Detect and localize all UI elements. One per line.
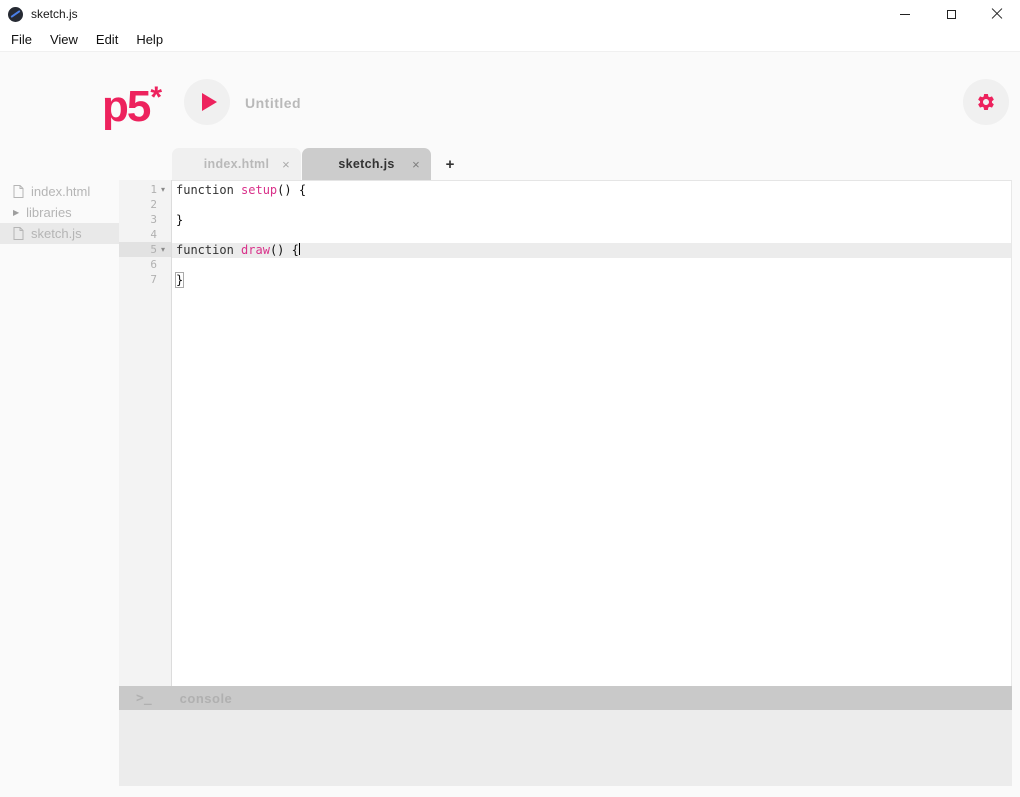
sidebar-item-libraries[interactable]: ▶ libraries <box>0 202 119 223</box>
gutter: 1▾2345▾67 <box>119 180 172 686</box>
file-label: sketch.js <box>31 226 82 241</box>
file-icon <box>13 185 24 198</box>
file-label: index.html <box>31 184 90 199</box>
tab-sketch-js[interactable]: sketch.js × <box>302 148 431 180</box>
code-area[interactable]: function setup() {}function draw() {} <box>172 180 1012 686</box>
code-token: } <box>176 213 183 227</box>
line-number: 5 <box>150 243 157 256</box>
code-line-6[interactable] <box>172 258 1011 273</box>
title-bar: sketch.js <box>0 0 1020 28</box>
menu-bar: FileViewEditHelp <box>0 28 1020 52</box>
line-number: 7 <box>150 273 157 286</box>
window-title: sketch.js <box>31 7 78 21</box>
menu-item-file[interactable]: File <box>2 32 41 47</box>
sidebar-item-index-html[interactable]: index.html <box>0 181 119 202</box>
close-button[interactable] <box>974 0 1020 28</box>
code-line-7[interactable]: } <box>172 273 1011 288</box>
sidebar-item-sketch-js[interactable]: sketch.js <box>0 223 119 244</box>
code-token: setup <box>241 183 277 197</box>
play-button[interactable] <box>184 79 230 125</box>
minimize-icon <box>900 14 910 15</box>
line-number: 3 <box>150 213 157 226</box>
menu-item-edit[interactable]: Edit <box>87 32 127 47</box>
fold-arrow-icon[interactable]: ▾ <box>157 242 169 257</box>
tab-bar: index.html × sketch.js × + <box>172 148 468 180</box>
p5-logo-text: p5 <box>102 82 149 131</box>
gutter-line-7: 7 <box>119 272 171 287</box>
gutter-line-3: 3 <box>119 212 171 227</box>
gear-icon <box>976 92 996 112</box>
gutter-line-5: 5▾ <box>119 242 171 257</box>
file-icon <box>13 227 24 240</box>
gutter-line-1: 1▾ <box>119 182 171 197</box>
new-tab-button[interactable]: + <box>432 148 468 180</box>
console-bar[interactable]: >_ console <box>119 686 1012 710</box>
code-token: () { <box>270 243 299 257</box>
play-icon <box>202 93 217 111</box>
tab-close-icon[interactable]: × <box>412 157 420 172</box>
code-line-4[interactable] <box>172 228 1011 243</box>
line-number: 6 <box>150 258 157 271</box>
minimize-button[interactable] <box>882 0 928 28</box>
menu-item-view[interactable]: View <box>41 32 87 47</box>
file-label: libraries <box>26 205 72 220</box>
tab-label: index.html <box>204 157 270 171</box>
app-icon <box>8 7 23 22</box>
gutter-line-2: 2 <box>119 197 171 212</box>
maximize-button[interactable] <box>928 0 974 28</box>
console-prompt-icon: >_ <box>136 691 152 706</box>
menu-item-help[interactable]: Help <box>127 32 172 47</box>
code-token: } <box>176 273 183 287</box>
line-number: 4 <box>150 228 157 241</box>
code-token: draw <box>241 243 270 257</box>
code-token: function <box>176 183 241 197</box>
maximize-icon <box>947 10 956 19</box>
tab-label: sketch.js <box>338 157 394 171</box>
code-line-1[interactable]: function setup() { <box>172 183 1011 198</box>
line-number: 1 <box>150 183 157 196</box>
window-controls <box>882 0 1020 28</box>
code-line-5[interactable]: function draw() { <box>172 243 1011 258</box>
sketch-name[interactable]: Untitled <box>245 95 301 111</box>
file-list: index.html ▶ libraries sketch.js <box>0 181 119 244</box>
console-output <box>119 710 1012 786</box>
close-icon <box>991 8 1003 20</box>
line-number: 2 <box>150 198 157 211</box>
gutter-line-6: 6 <box>119 257 171 272</box>
text-cursor <box>299 243 300 255</box>
tab-close-icon[interactable]: × <box>282 157 290 172</box>
console-label: console <box>180 691 233 706</box>
p5-logo: p5* <box>102 76 162 129</box>
p5-logo-star: * <box>150 81 162 114</box>
tab-index-html[interactable]: index.html × <box>172 148 301 180</box>
code-line-2[interactable] <box>172 198 1011 213</box>
code-token: () { <box>277 183 306 197</box>
code-line-3[interactable]: } <box>172 213 1011 228</box>
settings-button[interactable] <box>963 79 1009 125</box>
fold-arrow-icon[interactable]: ▾ <box>157 182 169 197</box>
triangle-right-icon: ▶ <box>13 208 19 217</box>
gutter-line-4: 4 <box>119 227 171 242</box>
code-token: function <box>176 243 241 257</box>
